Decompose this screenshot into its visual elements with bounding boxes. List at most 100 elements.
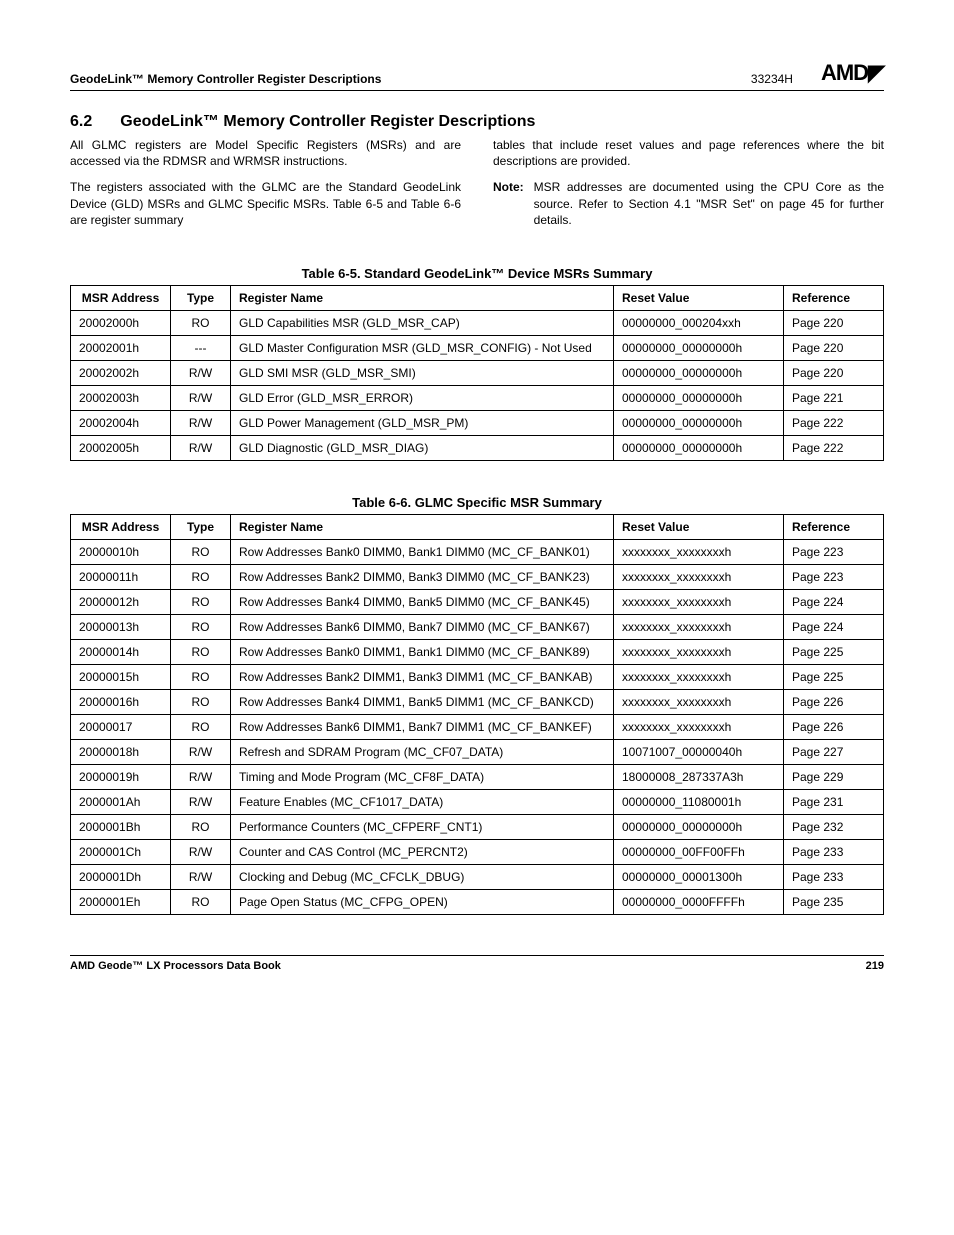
table2-cell-addr: 20000010h xyxy=(71,539,171,564)
table1-cell-addr: 20002000h xyxy=(71,310,171,335)
table2-cell-type: RO xyxy=(171,714,231,739)
table-row: 20000015hRORow Addresses Bank2 DIMM1, Ba… xyxy=(71,664,884,689)
table2-cell-addr: 20000018h xyxy=(71,739,171,764)
section-title: GeodeLink™ Memory Controller Register De… xyxy=(120,113,535,130)
table-row: 20000014hRORow Addresses Bank0 DIMM1, Ba… xyxy=(71,639,884,664)
table2-cell-addr: 20000012h xyxy=(71,589,171,614)
table2-cell-name: Row Addresses Bank2 DIMM0, Bank3 DIMM0 (… xyxy=(231,564,614,589)
table2-cell-ref: Page 225 xyxy=(784,664,884,689)
table1-cell-name: GLD Power Management (GLD_MSR_PM) xyxy=(231,410,614,435)
table2-cell-name: Page Open Status (MC_CFPG_OPEN) xyxy=(231,889,614,914)
table2-cell-addr: 20000013h xyxy=(71,614,171,639)
table1-cell-ref: Page 220 xyxy=(784,335,884,360)
table-row: 20000013hRORow Addresses Bank6 DIMM0, Ba… xyxy=(71,614,884,639)
th-reset: Reset Value xyxy=(614,285,784,310)
table1: MSR Address Type Register Name Reset Val… xyxy=(70,285,884,461)
table2-cell-name: Refresh and SDRAM Program (MC_CF07_DATA) xyxy=(231,739,614,764)
intro-columns: All GLMC registers are Model Specific Re… xyxy=(70,137,884,238)
th-type: Type xyxy=(171,285,231,310)
table1-cell-reset: 00000000_00000000h xyxy=(614,335,784,360)
table2-cell-addr: 2000001Ch xyxy=(71,839,171,864)
table2-cell-addr: 20000017 xyxy=(71,714,171,739)
th-addr: MSR Address xyxy=(71,514,171,539)
table2-cell-type: RO xyxy=(171,564,231,589)
table2-cell-name: Timing and Mode Program (MC_CF8F_DATA) xyxy=(231,764,614,789)
table1-cell-ref: Page 220 xyxy=(784,360,884,385)
table-row: 20002003hR/WGLD Error (GLD_MSR_ERROR)000… xyxy=(71,385,884,410)
table2-cell-name: Performance Counters (MC_CFPERF_CNT1) xyxy=(231,814,614,839)
table2-cell-type: R/W xyxy=(171,789,231,814)
table2-cell-reset: 18000008_287337A3h xyxy=(614,764,784,789)
section-number: 6.2 xyxy=(70,113,92,130)
table1-cell-ref: Page 220 xyxy=(784,310,884,335)
table2-cell-ref: Page 227 xyxy=(784,739,884,764)
table2-cell-name: Row Addresses Bank4 DIMM0, Bank5 DIMM0 (… xyxy=(231,589,614,614)
table1-cell-name: GLD Error (GLD_MSR_ERROR) xyxy=(231,385,614,410)
footer-book: AMD Geode™ LX Processors Data Book xyxy=(70,960,281,972)
table2-cell-name: Feature Enables (MC_CF1017_DATA) xyxy=(231,789,614,814)
table-row: 20002004hR/WGLD Power Management (GLD_MS… xyxy=(71,410,884,435)
table-row: 20000016hRORow Addresses Bank4 DIMM1, Ba… xyxy=(71,689,884,714)
table2: MSR Address Type Register Name Reset Val… xyxy=(70,514,884,915)
table2-cell-reset: 00000000_00001300h xyxy=(614,864,784,889)
note-body: MSR addresses are documented using the C… xyxy=(534,179,884,228)
th-ref: Reference xyxy=(784,514,884,539)
table1-cell-addr: 20002003h xyxy=(71,385,171,410)
table2-cell-reset: xxxxxxxx_xxxxxxxxh xyxy=(614,589,784,614)
table-row: 2000001ChR/WCounter and CAS Control (MC_… xyxy=(71,839,884,864)
table2-cell-ref: Page 224 xyxy=(784,589,884,614)
table-row: 20002001h---GLD Master Configuration MSR… xyxy=(71,335,884,360)
table2-cell-ref: Page 223 xyxy=(784,539,884,564)
table-row: 2000001EhROPage Open Status (MC_CFPG_OPE… xyxy=(71,889,884,914)
table2-cell-addr: 2000001Eh xyxy=(71,889,171,914)
table-row: 20002000hROGLD Capabilities MSR (GLD_MSR… xyxy=(71,310,884,335)
table1-cell-reset: 00000000_000204xxh xyxy=(614,310,784,335)
doc-number: 33234H xyxy=(751,72,793,86)
table-row: 20000018hR/WRefresh and SDRAM Program (M… xyxy=(71,739,884,764)
table1-cell-reset: 00000000_00000000h xyxy=(614,360,784,385)
table2-cell-ref: Page 233 xyxy=(784,864,884,889)
table2-cell-addr: 2000001Dh xyxy=(71,864,171,889)
table2-cell-type: RO xyxy=(171,664,231,689)
table1-cell-name: GLD Capabilities MSR (GLD_MSR_CAP) xyxy=(231,310,614,335)
table1-cell-reset: 00000000_00000000h xyxy=(614,410,784,435)
footer-page: 219 xyxy=(866,960,884,972)
intro-left-p1: All GLMC registers are Model Specific Re… xyxy=(70,137,461,169)
page-footer: AMD Geode™ LX Processors Data Book 219 xyxy=(70,955,884,972)
table2-cell-type: RO xyxy=(171,814,231,839)
table2-cell-ref: Page 235 xyxy=(784,889,884,914)
table2-cell-name: Row Addresses Bank4 DIMM1, Bank5 DIMM1 (… xyxy=(231,689,614,714)
table2-cell-name: Row Addresses Bank6 DIMM1, Bank7 DIMM1 (… xyxy=(231,714,614,739)
table2-cell-name: Row Addresses Bank6 DIMM0, Bank7 DIMM0 (… xyxy=(231,614,614,639)
table2-cell-ref: Page 224 xyxy=(784,614,884,639)
table2-cell-type: R/W xyxy=(171,864,231,889)
table2-cell-ref: Page 226 xyxy=(784,689,884,714)
table2-cell-type: R/W xyxy=(171,839,231,864)
page-header: GeodeLink™ Memory Controller Register De… xyxy=(70,60,884,91)
table-row: 20000019hR/WTiming and Mode Program (MC_… xyxy=(71,764,884,789)
table2-cell-type: RO xyxy=(171,614,231,639)
table1-cell-type: --- xyxy=(171,335,231,360)
table2-cell-type: RO xyxy=(171,589,231,614)
th-ref: Reference xyxy=(784,285,884,310)
table2-cell-name: Counter and CAS Control (MC_PERCNT2) xyxy=(231,839,614,864)
table-row: 20002005hR/WGLD Diagnostic (GLD_MSR_DIAG… xyxy=(71,435,884,460)
table-row: 2000001DhR/WClocking and Debug (MC_CFCLK… xyxy=(71,864,884,889)
table2-cell-reset: xxxxxxxx_xxxxxxxxh xyxy=(614,539,784,564)
table2-cell-name: Row Addresses Bank0 DIMM1, Bank1 DIMM0 (… xyxy=(231,639,614,664)
table2-cell-type: R/W xyxy=(171,739,231,764)
table1-cell-reset: 00000000_00000000h xyxy=(614,385,784,410)
table2-cell-reset: 00000000_0000FFFFh xyxy=(614,889,784,914)
table2-cell-addr: 20000011h xyxy=(71,564,171,589)
table2-cell-ref: Page 231 xyxy=(784,789,884,814)
table2-cell-addr: 20000016h xyxy=(71,689,171,714)
table1-cell-name: GLD Diagnostic (GLD_MSR_DIAG) xyxy=(231,435,614,460)
note-label: Note: xyxy=(493,179,534,228)
table1-cell-ref: Page 221 xyxy=(784,385,884,410)
table-row: 20000017RORow Addresses Bank6 DIMM1, Ban… xyxy=(71,714,884,739)
intro-left-p2: The registers associated with the GLMC a… xyxy=(70,179,461,228)
table2-cell-reset: xxxxxxxx_xxxxxxxxh xyxy=(614,714,784,739)
table-row: 20000011hRORow Addresses Bank2 DIMM0, Ba… xyxy=(71,564,884,589)
intro-right-p1: tables that include reset values and pag… xyxy=(493,137,884,169)
table2-cell-name: Clocking and Debug (MC_CFCLK_DBUG) xyxy=(231,864,614,889)
